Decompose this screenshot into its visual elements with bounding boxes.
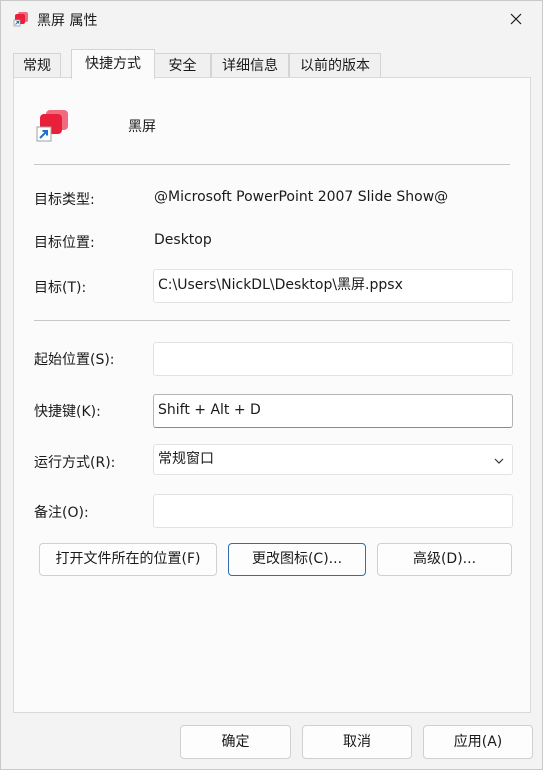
- target-location-value: Desktop: [154, 232, 212, 248]
- properties-dialog: 黑屏 属性 常规 快捷方式 安全 详细信息 以前的版本 黑屏 目标类型: @Mi…: [0, 0, 543, 770]
- change-icon-button[interactable]: 更改图标(C)...: [228, 543, 366, 576]
- shortcut-file-name: 黑屏: [128, 119, 156, 135]
- run-mode-select[interactable]: 常规窗口: [153, 444, 513, 475]
- apply-button[interactable]: 应用(A): [423, 725, 533, 759]
- advanced-button[interactable]: 高级(D)...: [377, 543, 512, 576]
- tab-details[interactable]: 详细信息: [211, 53, 289, 78]
- cancel-button[interactable]: 取消: [302, 725, 412, 759]
- tab-previous-versions[interactable]: 以前的版本: [289, 53, 381, 78]
- shortcut-tab-panel: 黑屏 目标类型: @Microsoft PowerPoint 2007 Slid…: [13, 77, 531, 713]
- hotkey-label: 快捷键(K):: [34, 404, 101, 420]
- ok-button[interactable]: 确定: [180, 725, 291, 759]
- slideshow-file-icon: [13, 12, 28, 27]
- target-location-label: 目标位置:: [34, 235, 95, 251]
- tab-general[interactable]: 常规: [13, 53, 61, 78]
- target-type-label: 目标类型:: [34, 192, 95, 208]
- run-mode-selected: 常规窗口: [158, 451, 214, 467]
- comment-label: 备注(O):: [34, 505, 89, 521]
- tab-security[interactable]: 安全: [154, 53, 211, 78]
- tab-shortcut[interactable]: 快捷方式: [71, 49, 155, 79]
- close-button[interactable]: [496, 3, 536, 35]
- close-icon: [510, 13, 522, 25]
- separator: [34, 164, 510, 165]
- target-type-value: @Microsoft PowerPoint 2007 Slide Show@: [154, 189, 449, 205]
- chevron-down-icon: [494, 458, 504, 464]
- hotkey-input[interactable]: Shift + Alt + D: [153, 394, 513, 428]
- comment-input[interactable]: [153, 494, 513, 528]
- slideshow-shortcut-icon: [36, 110, 68, 142]
- open-file-location-button[interactable]: 打开文件所在的位置(F): [39, 543, 217, 576]
- start-in-label: 起始位置(S):: [34, 352, 115, 368]
- title-bar: 黑屏 属性: [1, 1, 542, 39]
- window-title: 黑屏 属性: [37, 13, 98, 29]
- start-in-input[interactable]: [153, 342, 513, 376]
- target-input[interactable]: C:\Users\NickDL\Desktop\黑屏.ppsx: [153, 269, 513, 303]
- separator: [34, 320, 510, 321]
- run-label: 运行方式(R):: [34, 455, 116, 471]
- target-label: 目标(T):: [34, 280, 87, 296]
